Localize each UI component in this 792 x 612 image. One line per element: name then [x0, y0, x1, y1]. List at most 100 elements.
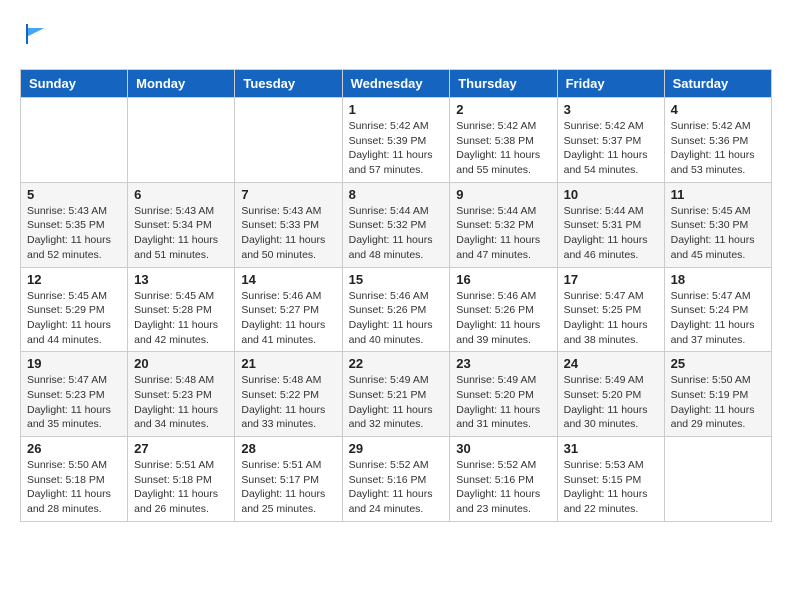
day-number: 19	[27, 356, 121, 371]
day-number: 6	[134, 187, 228, 202]
calendar-cell: 30 Sunrise: 5:52 AM Sunset: 5:16 PM Dayli…	[450, 437, 557, 522]
day-number: 2	[456, 102, 550, 117]
calendar-header-row: SundayMondayTuesdayWednesdayThursdayFrid…	[21, 70, 772, 98]
day-info: Sunrise: 5:49 AM Sunset: 5:21 PM Dayligh…	[349, 373, 444, 432]
day-info: Sunrise: 5:51 AM Sunset: 5:18 PM Dayligh…	[134, 458, 228, 517]
day-number: 22	[349, 356, 444, 371]
day-info: Sunrise: 5:46 AM Sunset: 5:27 PM Dayligh…	[241, 289, 335, 348]
calendar-week-row: 1 Sunrise: 5:42 AM Sunset: 5:39 PM Daylig…	[21, 98, 772, 183]
calendar-cell: 18 Sunrise: 5:47 AM Sunset: 5:24 PM Dayli…	[664, 267, 771, 352]
calendar-table: SundayMondayTuesdayWednesdayThursdayFrid…	[20, 69, 772, 522]
day-info: Sunrise: 5:50 AM Sunset: 5:18 PM Dayligh…	[27, 458, 121, 517]
calendar-cell: 11 Sunrise: 5:45 AM Sunset: 5:30 PM Dayli…	[664, 182, 771, 267]
day-number: 17	[564, 272, 658, 287]
calendar-cell: 4Sunrise: 5:42 AM Sunset: 5:36 PM Daylig…	[664, 98, 771, 183]
calendar-cell	[128, 98, 235, 183]
day-number: 11	[671, 187, 765, 202]
day-info: Sunrise: 5:45 AM Sunset: 5:28 PM Dayligh…	[134, 289, 228, 348]
day-info: Sunrise: 5:42 AM Sunset: 5:39 PM Dayligh…	[349, 119, 444, 178]
calendar-cell: 14 Sunrise: 5:46 AM Sunset: 5:27 PM Dayli…	[235, 267, 342, 352]
day-info: Sunrise: 5:49 AM Sunset: 5:20 PM Dayligh…	[456, 373, 550, 432]
day-number: 27	[134, 441, 228, 456]
day-info: Sunrise: 5:42 AM Sunset: 5:38 PM Dayligh…	[456, 119, 550, 178]
day-info: Sunrise: 5:46 AM Sunset: 5:26 PM Dayligh…	[349, 289, 444, 348]
day-info: Sunrise: 5:43 AM Sunset: 5:34 PM Dayligh…	[134, 204, 228, 263]
calendar-cell: 15 Sunrise: 5:46 AM Sunset: 5:26 PM Dayli…	[342, 267, 450, 352]
day-number: 21	[241, 356, 335, 371]
day-info: Sunrise: 5:48 AM Sunset: 5:23 PM Dayligh…	[134, 373, 228, 432]
day-number: 25	[671, 356, 765, 371]
day-info: Sunrise: 5:52 AM Sunset: 5:16 PM Dayligh…	[349, 458, 444, 517]
day-info: Sunrise: 5:44 AM Sunset: 5:31 PM Dayligh…	[564, 204, 658, 263]
day-number: 8	[349, 187, 444, 202]
day-info: Sunrise: 5:48 AM Sunset: 5:22 PM Dayligh…	[241, 373, 335, 432]
day-number: 14	[241, 272, 335, 287]
calendar-cell: 29 Sunrise: 5:52 AM Sunset: 5:16 PM Dayli…	[342, 437, 450, 522]
calendar-cell: 20 Sunrise: 5:48 AM Sunset: 5:23 PM Dayli…	[128, 352, 235, 437]
calendar-cell: 12Sunrise: 5:45 AM Sunset: 5:29 PM Dayli…	[21, 267, 128, 352]
calendar-week-row: 5Sunrise: 5:43 AM Sunset: 5:35 PM Daylig…	[21, 182, 772, 267]
day-info: Sunrise: 5:47 AM Sunset: 5:24 PM Dayligh…	[671, 289, 765, 348]
calendar-cell: 21 Sunrise: 5:48 AM Sunset: 5:22 PM Dayli…	[235, 352, 342, 437]
calendar-cell: 31Sunrise: 5:53 AM Sunset: 5:15 PM Dayli…	[557, 437, 664, 522]
calendar-cell	[21, 98, 128, 183]
day-number: 31	[564, 441, 658, 456]
day-info: Sunrise: 5:51 AM Sunset: 5:17 PM Dayligh…	[241, 458, 335, 517]
day-info: Sunrise: 5:47 AM Sunset: 5:23 PM Dayligh…	[27, 373, 121, 432]
calendar-cell: 3 Sunrise: 5:42 AM Sunset: 5:37 PM Daylig…	[557, 98, 664, 183]
calendar-cell: 25 Sunrise: 5:50 AM Sunset: 5:19 PM Dayli…	[664, 352, 771, 437]
calendar-cell: 26 Sunrise: 5:50 AM Sunset: 5:18 PM Dayli…	[21, 437, 128, 522]
calendar-week-row: 19 Sunrise: 5:47 AM Sunset: 5:23 PM Dayli…	[21, 352, 772, 437]
calendar-cell: 7Sunrise: 5:43 AM Sunset: 5:33 PM Daylig…	[235, 182, 342, 267]
calendar-cell: 17 Sunrise: 5:47 AM Sunset: 5:25 PM Dayli…	[557, 267, 664, 352]
day-info: Sunrise: 5:52 AM Sunset: 5:16 PM Dayligh…	[456, 458, 550, 517]
calendar-cell	[235, 98, 342, 183]
weekday-header: Monday	[128, 70, 235, 98]
calendar-cell: 24Sunrise: 5:49 AM Sunset: 5:20 PM Dayli…	[557, 352, 664, 437]
day-number: 1	[349, 102, 444, 117]
logo-wordmark	[20, 20, 50, 53]
day-number: 28	[241, 441, 335, 456]
weekday-header: Wednesday	[342, 70, 450, 98]
day-number: 10	[564, 187, 658, 202]
day-info: Sunrise: 5:45 AM Sunset: 5:29 PM Dayligh…	[27, 289, 121, 348]
calendar-cell: 27 Sunrise: 5:51 AM Sunset: 5:18 PM Dayli…	[128, 437, 235, 522]
calendar-cell: 23 Sunrise: 5:49 AM Sunset: 5:20 PM Dayli…	[450, 352, 557, 437]
day-number: 30	[456, 441, 550, 456]
calendar-cell: 22 Sunrise: 5:49 AM Sunset: 5:21 PM Dayli…	[342, 352, 450, 437]
day-info: Sunrise: 5:47 AM Sunset: 5:25 PM Dayligh…	[564, 289, 658, 348]
calendar-cell: 1 Sunrise: 5:42 AM Sunset: 5:39 PM Daylig…	[342, 98, 450, 183]
calendar-cell: 16Sunrise: 5:46 AM Sunset: 5:26 PM Dayli…	[450, 267, 557, 352]
calendar-cell: 6 Sunrise: 5:43 AM Sunset: 5:34 PM Daylig…	[128, 182, 235, 267]
page-header	[20, 20, 772, 53]
day-number: 18	[671, 272, 765, 287]
day-info: Sunrise: 5:42 AM Sunset: 5:36 PM Dayligh…	[671, 119, 765, 178]
day-number: 29	[349, 441, 444, 456]
logo	[20, 20, 50, 53]
day-number: 13	[134, 272, 228, 287]
day-info: Sunrise: 5:49 AM Sunset: 5:20 PM Dayligh…	[564, 373, 658, 432]
weekday-header: Friday	[557, 70, 664, 98]
weekday-header: Sunday	[21, 70, 128, 98]
day-info: Sunrise: 5:44 AM Sunset: 5:32 PM Dayligh…	[349, 204, 444, 263]
day-info: Sunrise: 5:44 AM Sunset: 5:32 PM Dayligh…	[456, 204, 550, 263]
weekday-header: Saturday	[664, 70, 771, 98]
day-number: 23	[456, 356, 550, 371]
day-number: 15	[349, 272, 444, 287]
day-info: Sunrise: 5:50 AM Sunset: 5:19 PM Dayligh…	[671, 373, 765, 432]
calendar-cell: 9Sunrise: 5:44 AM Sunset: 5:32 PM Daylig…	[450, 182, 557, 267]
calendar-cell: 2 Sunrise: 5:42 AM Sunset: 5:38 PM Daylig…	[450, 98, 557, 183]
calendar-cell: 13 Sunrise: 5:45 AM Sunset: 5:28 PM Dayli…	[128, 267, 235, 352]
day-info: Sunrise: 5:43 AM Sunset: 5:33 PM Dayligh…	[241, 204, 335, 263]
calendar-cell: 10 Sunrise: 5:44 AM Sunset: 5:31 PM Dayli…	[557, 182, 664, 267]
calendar-cell	[664, 437, 771, 522]
day-info: Sunrise: 5:42 AM Sunset: 5:37 PM Dayligh…	[564, 119, 658, 178]
calendar-cell: 19 Sunrise: 5:47 AM Sunset: 5:23 PM Dayli…	[21, 352, 128, 437]
weekday-header: Thursday	[450, 70, 557, 98]
day-number: 20	[134, 356, 228, 371]
calendar-cell: 5Sunrise: 5:43 AM Sunset: 5:35 PM Daylig…	[21, 182, 128, 267]
calendar-week-row: 12Sunrise: 5:45 AM Sunset: 5:29 PM Dayli…	[21, 267, 772, 352]
day-number: 3	[564, 102, 658, 117]
day-number: 26	[27, 441, 121, 456]
day-info: Sunrise: 5:45 AM Sunset: 5:30 PM Dayligh…	[671, 204, 765, 263]
